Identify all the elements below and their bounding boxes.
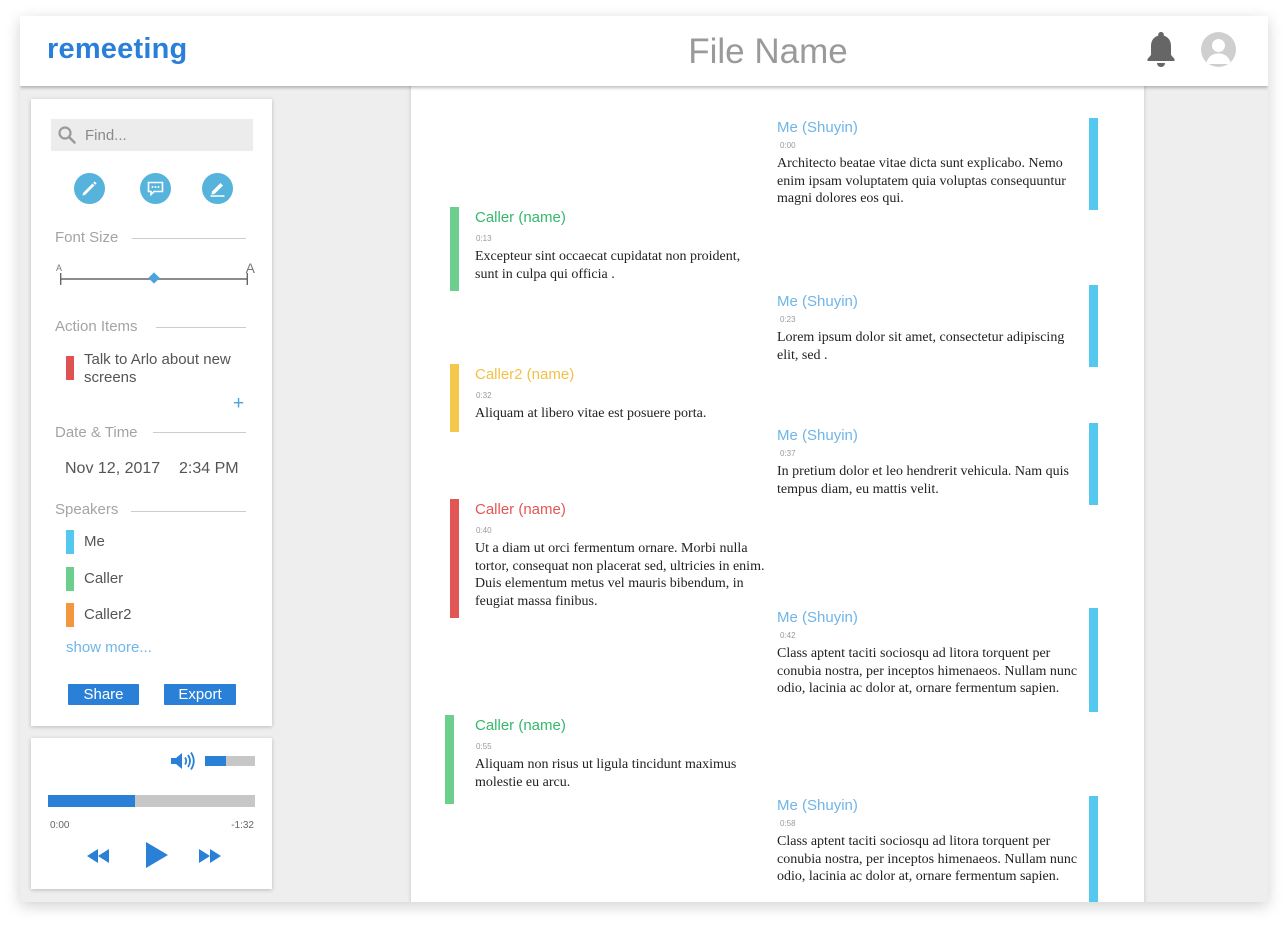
speaker-color-bar <box>66 567 74 591</box>
message-timestamp: 0:58 <box>780 819 796 828</box>
add-action-item-button[interactable]: + <box>233 393 244 415</box>
message-text: Architecto beatae vitae dicta sunt expli… <box>777 156 1066 206</box>
share-button[interactable]: Share <box>68 684 139 705</box>
action-item-color-bar <box>66 356 74 380</box>
speaker-name: Me (Shuyin) <box>777 609 858 626</box>
speaker-color-bar <box>66 530 74 554</box>
font-size-slider[interactable]: A A <box>56 260 255 293</box>
notification-bell-icon[interactable] <box>1145 30 1177 68</box>
message-text: Class aptent taciti sociosqu ad litora t… <box>777 646 1078 696</box>
message-text: In pretium dolor et leo hendrerit vehicu… <box>777 464 1069 497</box>
message-text: Excepteur sint occaecat cupidatat non pr… <box>475 249 741 282</box>
top-bar: remeeting File Name <box>20 16 1268 86</box>
search-input[interactable] <box>85 119 245 151</box>
speaker-name: Me (Shuyin) <box>777 293 858 310</box>
elapsed-time: 0:00 <box>50 820 70 831</box>
speaker-color-bar <box>445 715 454 804</box>
message-timestamp: 0:37 <box>780 449 796 458</box>
speaker-color-bar <box>1089 285 1098 367</box>
speaker-color-bar <box>450 499 459 618</box>
speaker-color-bar <box>450 207 459 291</box>
speaker-name: Caller <box>84 570 124 587</box>
speaker-name: Caller2 (name) <box>475 366 575 383</box>
message-timestamp: 0:00 <box>780 141 796 150</box>
highlighter-tool-button[interactable] <box>202 173 233 204</box>
highlighter-icon <box>210 183 225 197</box>
slider-thumb[interactable] <box>148 272 160 284</box>
message-timestamp: 0:55 <box>476 742 492 751</box>
message-text: Aliquam at libero vitae est posuere port… <box>475 406 707 421</box>
font-size-label: Font Size <box>55 229 119 246</box>
divider <box>156 327 246 328</box>
sidebar-panel: Font Size A A Action Items Talk to Arlo … <box>31 99 272 726</box>
time-value: 2:34 PM <box>179 460 239 477</box>
speaker-name: Me <box>84 533 105 550</box>
divider <box>131 511 246 512</box>
speaker-name: Me (Shuyin) <box>777 797 858 814</box>
rewind-icon <box>87 849 109 863</box>
message-timestamp: 0:40 <box>476 526 492 535</box>
message-timestamp: 0:42 <box>780 631 796 640</box>
pencil-icon <box>82 181 97 196</box>
speaker-name: Caller2 <box>84 606 132 623</box>
speaker-color-bar <box>1089 423 1098 505</box>
speaker-color-bar <box>66 603 74 627</box>
search-icon <box>57 125 77 145</box>
message-timestamp: 0:23 <box>780 315 796 324</box>
playback-progress-bar[interactable] <box>48 795 255 807</box>
rewind-button[interactable] <box>87 849 109 863</box>
message-timestamp: 0:13 <box>476 234 492 243</box>
volume-slider[interactable] <box>205 756 255 766</box>
volume-icon[interactable] <box>170 751 196 771</box>
audio-player: 0:00 -1:32 <box>31 738 272 889</box>
action-item-text: Talk to Arlo about new screens <box>84 351 231 386</box>
playback-progress-fill <box>48 795 135 807</box>
user-avatar[interactable] <box>1201 32 1236 67</box>
date-time-label: Date & Time <box>55 424 138 441</box>
speaker-name: Caller (name) <box>475 209 566 226</box>
remaining-time: -1:32 <box>231 820 254 831</box>
file-name-title[interactable]: File Name <box>20 32 1268 72</box>
play-button[interactable] <box>146 842 168 868</box>
action-items-label: Action Items <box>55 318 138 335</box>
message-timestamp: 0:32 <box>476 391 492 400</box>
speaker-name: Caller (name) <box>475 717 566 734</box>
fast-forward-button[interactable] <box>199 849 221 863</box>
comment-tool-button[interactable] <box>140 173 171 204</box>
message-text: Class aptent taciti sociosqu ad litora t… <box>777 834 1078 884</box>
speakers-label: Speakers <box>55 501 119 518</box>
speaker-color-bar <box>1089 118 1098 210</box>
speaker-color-bar <box>1089 796 1098 902</box>
speaker-name: Me (Shuyin) <box>777 119 858 136</box>
date-value: Nov 12, 2017 <box>65 460 161 477</box>
show-more-link[interactable]: show more... <box>66 639 152 656</box>
fast-forward-icon <box>199 849 221 863</box>
speaker-name: Me (Shuyin) <box>777 427 858 444</box>
speaker-color-bar <box>1089 608 1098 712</box>
message-text: Lorem ipsum dolor sit amet, consectetur … <box>777 330 1065 363</box>
divider <box>132 238 246 239</box>
app-window: remeeting File Name Find... Font Size A … <box>20 16 1268 902</box>
message-text: Aliquam non risus ut ligula tincidunt ma… <box>475 757 737 790</box>
export-button[interactable]: Export <box>164 684 236 705</box>
comment-icon <box>147 181 164 197</box>
pencil-tool-button[interactable] <box>74 173 105 204</box>
search-box[interactable] <box>51 119 253 151</box>
message-text: Ut a diam ut orci fermentum ornare. Morb… <box>475 541 765 609</box>
speaker-name: Caller (name) <box>475 501 566 518</box>
divider <box>153 432 246 433</box>
transcript-panel: Me (Shuyin) 0:00 Architecto beatae vitae… <box>411 84 1144 902</box>
speaker-color-bar <box>450 364 459 432</box>
play-icon <box>146 842 168 868</box>
volume-level-fill <box>205 756 226 766</box>
